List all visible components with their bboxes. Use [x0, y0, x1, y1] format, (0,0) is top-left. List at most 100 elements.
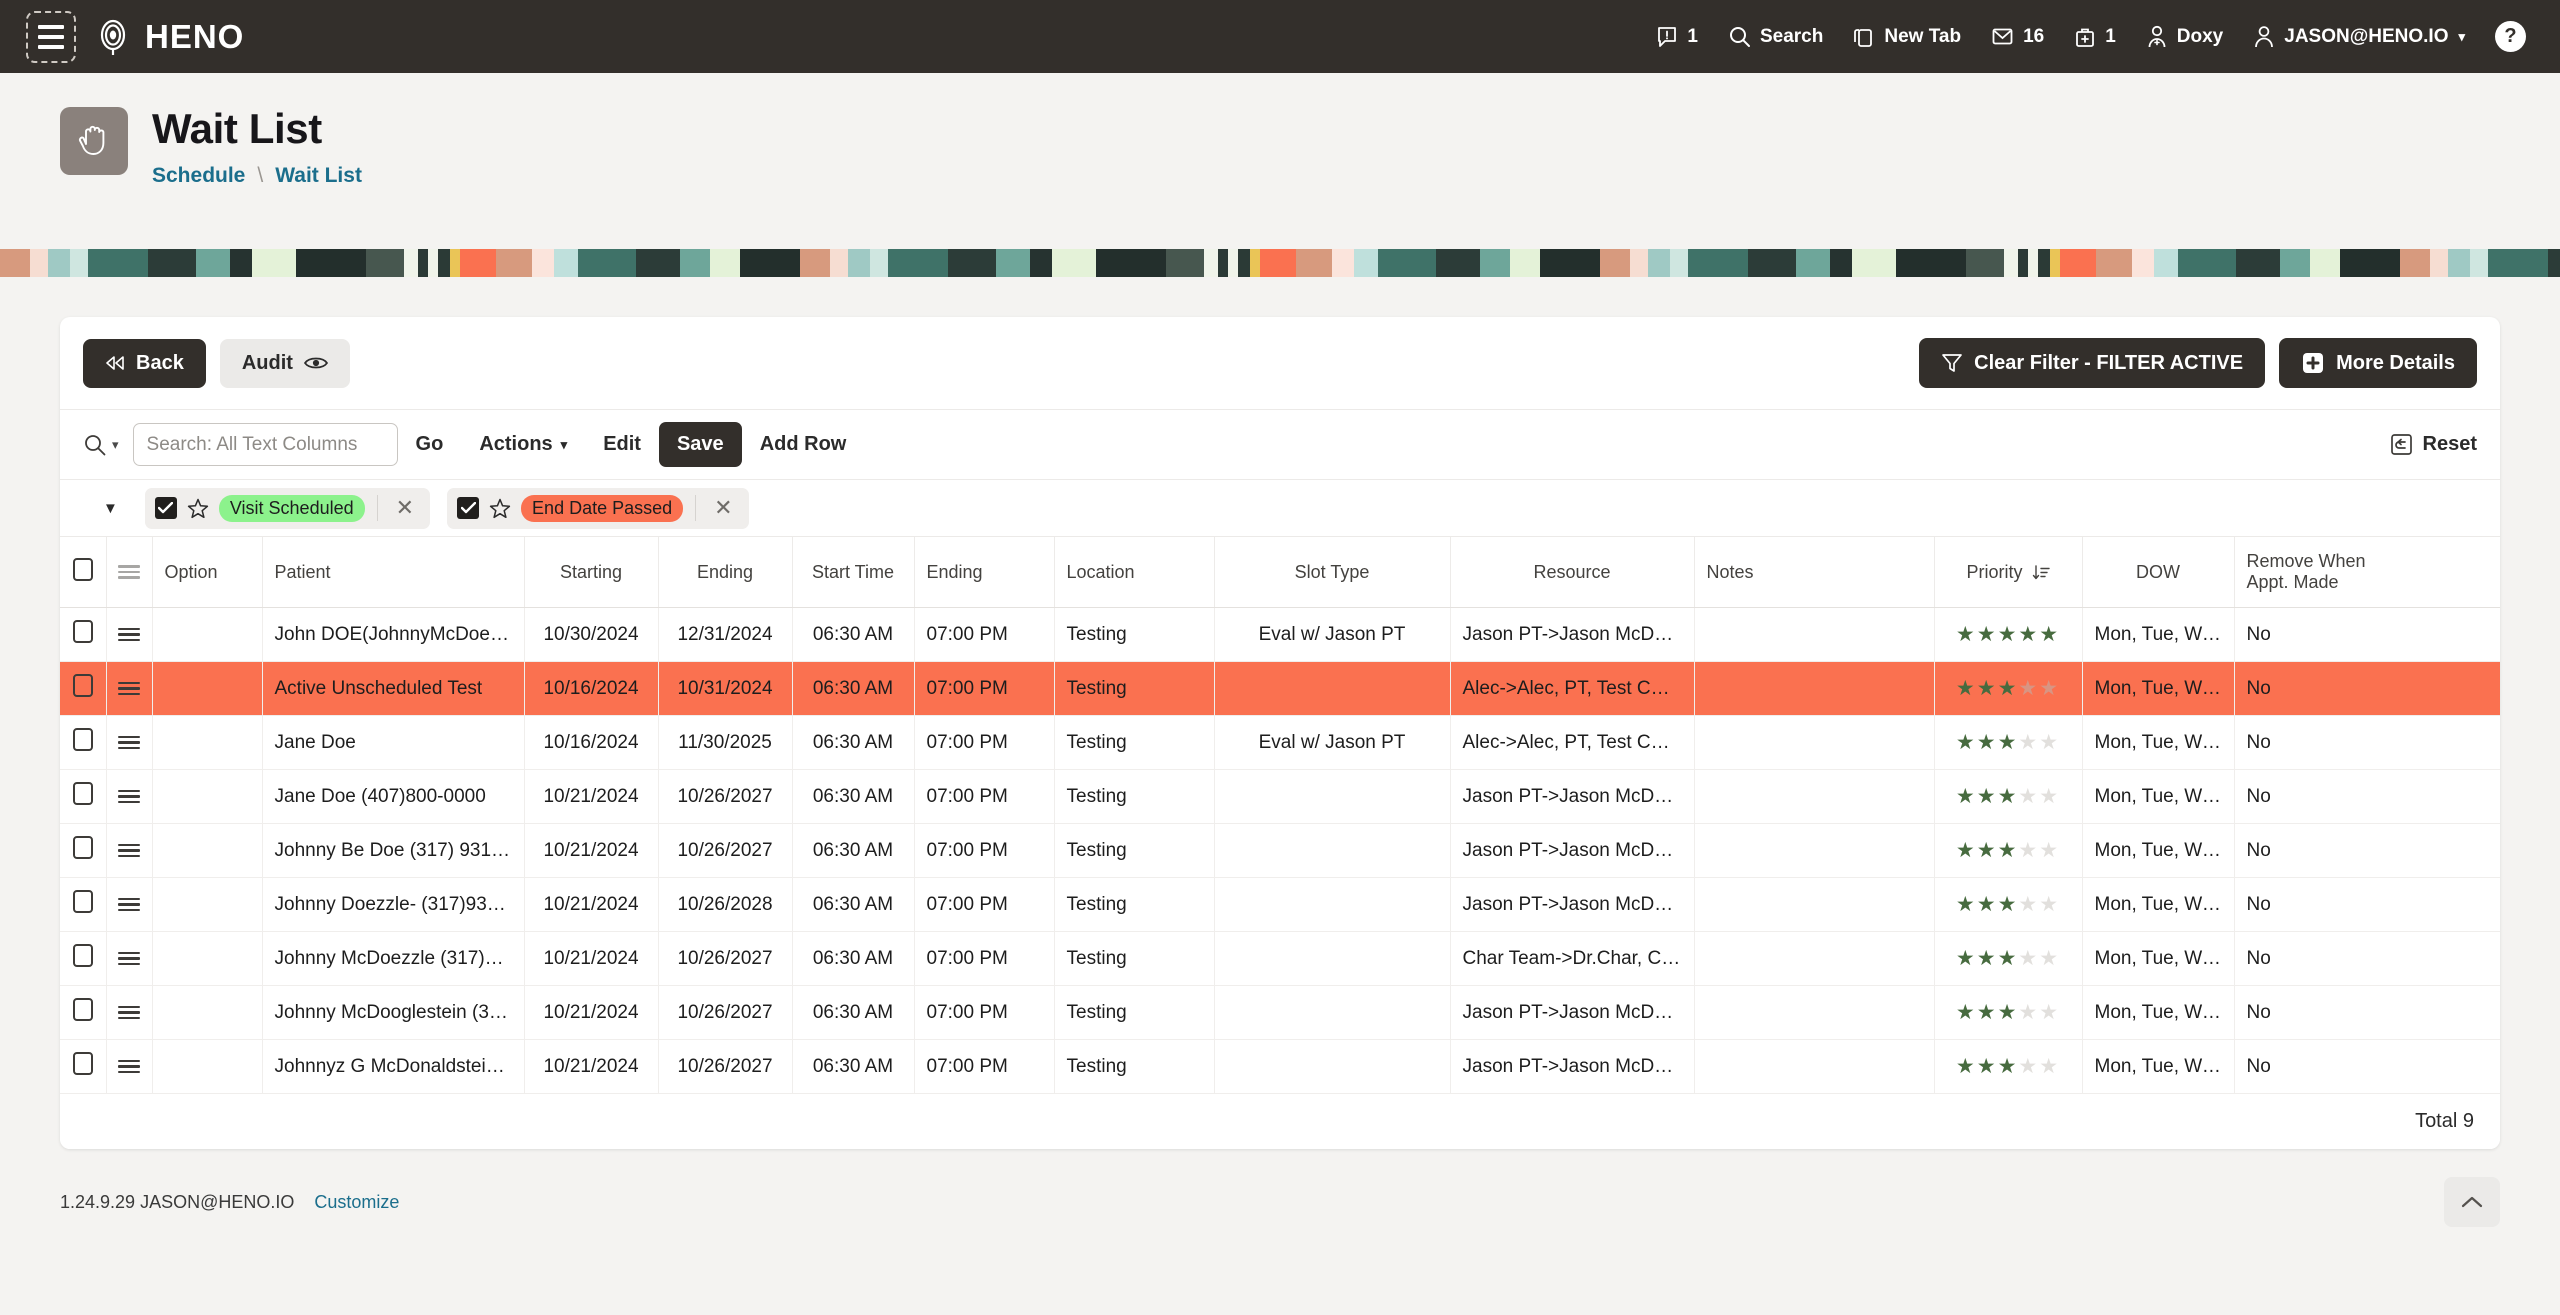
filter-checkbox[interactable] [457, 497, 480, 519]
cell-slot-type[interactable] [1214, 877, 1451, 932]
more-details-button[interactable]: More Details [2279, 338, 2477, 388]
cell-patient[interactable]: Johnny Doezzle- (317)931-95... [262, 877, 525, 932]
cell-slot-type[interactable] [1214, 823, 1451, 878]
column-header-ending[interactable]: Ending [658, 537, 793, 608]
drag-handle-icon[interactable] [118, 1005, 140, 1020]
cell-slot-type[interactable] [1214, 661, 1451, 716]
cell-resource[interactable]: Jason PT->Jason McDon... [1450, 823, 1695, 878]
column-header-start-time[interactable]: Start Time [792, 537, 915, 608]
cell-starting[interactable]: 10/21/2024 [524, 985, 659, 1040]
drag-handle-icon[interactable] [118, 681, 140, 696]
cell-option[interactable] [152, 985, 263, 1040]
cell-dow[interactable]: Mon, Tue, We... [2082, 661, 2235, 716]
cell-notes[interactable] [1694, 1039, 1935, 1094]
cell-start-time[interactable]: 06:30 AM [792, 661, 915, 716]
clear-filter-button[interactable]: Clear Filter - FILTER ACTIVE [1919, 338, 2266, 388]
cell-ending-time[interactable]: 07:00 PM [914, 823, 1055, 878]
cell-remove-when[interactable]: No [2234, 607, 2500, 662]
cell-dow[interactable]: Mon, Tue, We... [2082, 715, 2235, 770]
cell-starting[interactable]: 10/21/2024 [524, 769, 659, 824]
priority-stars[interactable]: ★★★★★ [1956, 893, 2060, 916]
cell-priority[interactable]: ★★★★★ [1934, 607, 2083, 662]
cell-location[interactable]: Testing [1054, 931, 1215, 986]
cell-ending-time[interactable]: 07:00 PM [914, 985, 1055, 1040]
cell-start-time[interactable]: 06:30 AM [792, 931, 915, 986]
breadcrumb-parent[interactable]: Schedule [152, 164, 245, 188]
cell-starting[interactable]: 10/21/2024 [524, 823, 659, 878]
cell-option[interactable] [152, 877, 263, 932]
cell-notes[interactable] [1694, 715, 1935, 770]
cell-slot-type[interactable] [1214, 985, 1451, 1040]
cell-ending-time[interactable]: 07:00 PM [914, 769, 1055, 824]
table-row[interactable]: Jane Doe (407)800-0000 10/21/2024 10/26/20… [60, 769, 2500, 824]
cell-resource[interactable]: Jason PT->Jason McDon... [1450, 985, 1695, 1040]
priority-stars[interactable]: ★★★★★ [1956, 1055, 2060, 1078]
cell-priority[interactable]: ★★★★★ [1934, 931, 2083, 986]
filter-collapse-toggle[interactable]: ▼ [83, 500, 128, 517]
add-row-button[interactable]: Add Row [742, 422, 865, 467]
cell-remove-when[interactable]: No [2234, 715, 2500, 770]
cell-notes[interactable] [1694, 931, 1935, 986]
cell-resource[interactable]: Char Team->Dr.Char, Cla... [1450, 931, 1695, 986]
close-icon[interactable]: ✕ [390, 497, 420, 519]
cell-patient[interactable]: Johnnyz G McDonaldstein (3... [262, 1039, 525, 1094]
cell-resource[interactable]: Jason PT->Jason McDon... [1450, 1039, 1695, 1094]
drag-handle-icon[interactable] [118, 843, 140, 858]
filter-star-icon[interactable] [489, 498, 511, 519]
breadcrumb-current[interactable]: Wait List [275, 164, 362, 188]
cell-location[interactable]: Testing [1054, 823, 1215, 878]
cell-location[interactable]: Testing [1054, 607, 1215, 662]
priority-stars[interactable]: ★★★★★ [1956, 1001, 2060, 1024]
cell-notes[interactable] [1694, 769, 1935, 824]
column-header-dow[interactable]: DOW [2082, 537, 2235, 608]
priority-stars[interactable]: ★★★★★ [1956, 623, 2060, 646]
search-input[interactable] [132, 423, 398, 466]
cell-dow[interactable]: Mon, Tue, We... [2082, 823, 2235, 878]
table-row[interactable]: Jane Doe 10/16/2024 11/30/2025 06:30 AM 07:0… [60, 715, 2500, 770]
cell-starting[interactable]: 10/30/2024 [524, 607, 659, 662]
cell-ending[interactable]: 10/26/2028 [658, 877, 793, 932]
table-row[interactable]: Johnny McDoezzle (317)999... 10/21/2024 10… [60, 931, 2500, 986]
priority-stars[interactable]: ★★★★★ [1956, 947, 2060, 970]
cell-option[interactable] [152, 769, 263, 824]
cell-ending-time[interactable]: 07:00 PM [914, 877, 1055, 932]
brand-logo[interactable]: HENO [94, 18, 244, 56]
nav-doxy[interactable]: Doxy [2146, 25, 2223, 49]
cell-ending-time[interactable]: 07:00 PM [914, 931, 1055, 986]
cell-notes[interactable] [1694, 985, 1935, 1040]
cell-option[interactable] [152, 715, 263, 770]
cell-priority[interactable]: ★★★★★ [1934, 985, 2083, 1040]
nav-new-tab[interactable]: New Tab [1853, 26, 1961, 48]
cell-slot-type[interactable]: Eval w/ Jason PT [1214, 607, 1451, 662]
go-button[interactable]: Go [398, 422, 462, 467]
cell-ending[interactable]: 10/26/2027 [658, 985, 793, 1040]
select-all-checkbox[interactable] [72, 558, 93, 581]
cell-notes[interactable] [1694, 661, 1935, 716]
priority-stars[interactable]: ★★★★★ [1956, 677, 2060, 700]
cell-dow[interactable]: Mon, Tue, We... [2082, 931, 2235, 986]
filter-chip-visit-scheduled[interactable]: Visit Scheduled ✕ [144, 487, 431, 529]
cell-location[interactable]: Testing [1054, 1039, 1215, 1094]
cell-option[interactable] [152, 823, 263, 878]
cell-start-time[interactable]: 06:30 AM [792, 607, 915, 662]
table-row[interactable]: Johnny Doezzle- (317)931-95... 10/21/2024… [60, 877, 2500, 932]
cell-patient[interactable]: Active Unscheduled Test [262, 661, 525, 716]
cell-starting[interactable]: 10/16/2024 [524, 661, 659, 716]
table-row[interactable]: John DOE(JohnnyMcDoeezl... 10/30/2024 12/3… [60, 607, 2500, 662]
cell-slot-type[interactable] [1214, 769, 1451, 824]
cell-patient[interactable]: Johnny Be Doe (317) 931-9566 [262, 823, 525, 878]
cell-notes[interactable] [1694, 823, 1935, 878]
row-checkbox[interactable] [72, 782, 93, 805]
cell-priority[interactable]: ★★★★★ [1934, 823, 2083, 878]
column-header-priority[interactable]: Priority [1934, 537, 2083, 608]
cell-start-time[interactable]: 06:30 AM [792, 715, 915, 770]
close-icon[interactable]: ✕ [708, 497, 738, 519]
column-header-option[interactable]: Option [152, 537, 263, 608]
drag-handle-icon[interactable] [118, 951, 140, 966]
cell-dow[interactable]: Mon, Tue, We... [2082, 769, 2235, 824]
cell-starting[interactable]: 10/21/2024 [524, 931, 659, 986]
cell-notes[interactable] [1694, 607, 1935, 662]
table-row[interactable]: Johnny McDooglestein (317)... 10/21/2024 1… [60, 985, 2500, 1040]
back-button[interactable]: Back [83, 338, 206, 388]
cell-ending[interactable]: 10/26/2027 [658, 823, 793, 878]
